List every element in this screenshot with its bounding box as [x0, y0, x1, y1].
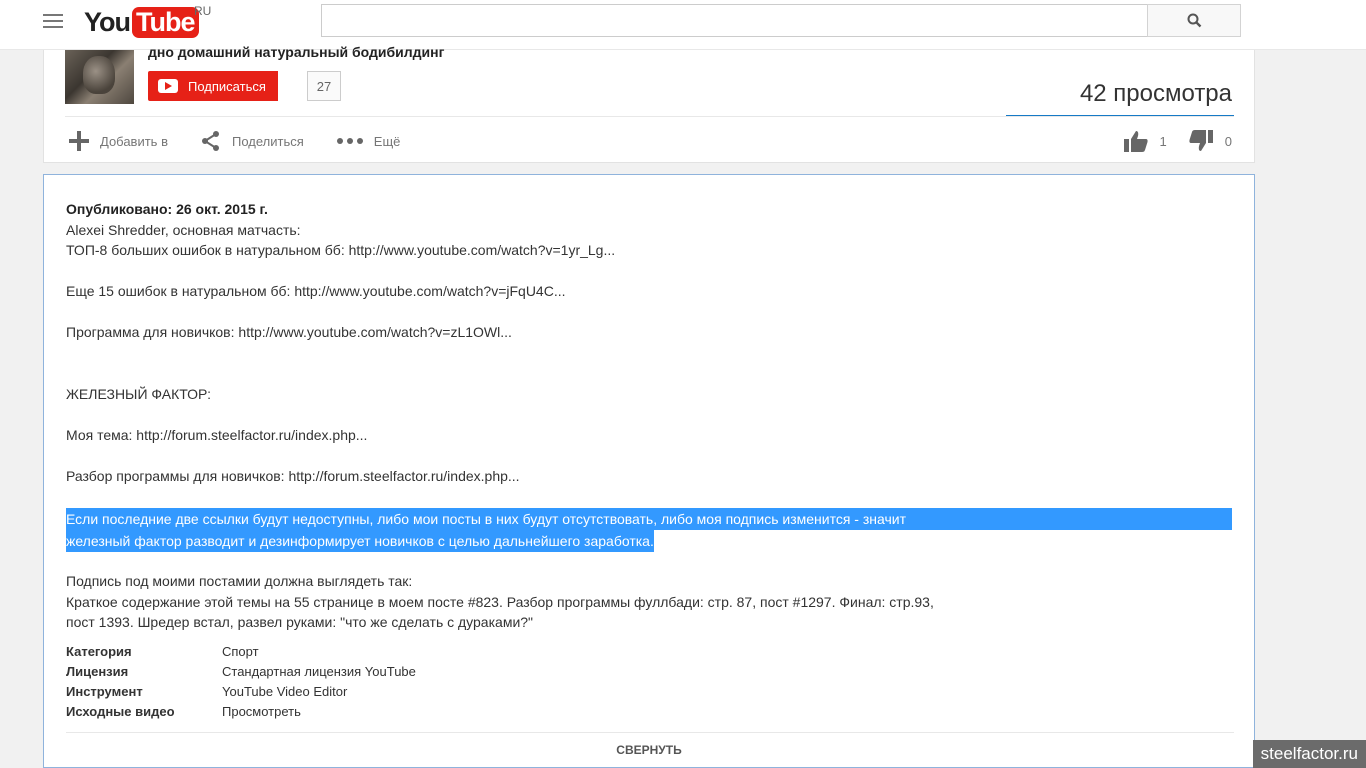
meta-row-license: Лицензия Стандартная лицензия YouTube — [66, 661, 416, 681]
collapse-button[interactable]: СВЕРНУТЬ — [44, 743, 1254, 757]
youtube-logo[interactable]: You Tube — [84, 5, 199, 39]
card-divider — [65, 116, 1234, 117]
signature-intro: Подпись под моими постамии должна выгляд… — [66, 573, 413, 589]
description-link-line[interactable]: Программа для новичков: http://www.youtu… — [66, 322, 1234, 343]
subscribe-label: Подписаться — [188, 78, 266, 94]
meta-row-source: Исходные видео Просмотреть — [66, 701, 416, 721]
thumbs-up-icon — [1123, 130, 1148, 152]
publish-date: Опубликовано: 26 окт. 2015 г. — [66, 201, 268, 217]
add-to-label: Добавить в — [100, 133, 168, 149]
signature-line: Краткое содержание этой темы на 55 стран… — [66, 593, 934, 610]
dislike-count: 0 — [1224, 133, 1232, 149]
search-button[interactable] — [1147, 4, 1241, 37]
meta-key: Категория — [66, 643, 132, 659]
share-label: Поделиться — [231, 133, 304, 149]
more-dots-icon — [336, 137, 364, 145]
action-bar: Добавить в Поделиться Ещё — [68, 130, 432, 152]
more-label: Ещё — [373, 133, 401, 149]
more-button[interactable]: Ещё — [336, 133, 401, 149]
description-line: ЖЕЛЕЗНЫЙ ФАКТОР: — [66, 385, 211, 402]
meta-value[interactable]: Спорт — [222, 644, 259, 659]
subscribe-button[interactable]: Подписаться — [148, 71, 278, 101]
menu-icon[interactable] — [43, 14, 63, 28]
description-link-line[interactable]: ТОП-8 больших ошибок в натуральном бб: h… — [66, 240, 1234, 261]
meta-value[interactable]: Просмотреть — [222, 704, 301, 719]
youtube-play-icon — [158, 79, 178, 93]
channel-name[interactable]: дно домашний натуральный бодибилдинг — [148, 44, 444, 60]
signature-block: Подпись под моими постамии должна выгляд… — [66, 571, 1234, 633]
video-metadata: Категория Спорт Лицензия Стандартная лиц… — [66, 641, 416, 721]
share-button[interactable]: Поделиться — [200, 130, 304, 152]
thumbs-down-icon — [1189, 130, 1213, 152]
search-input[interactable] — [322, 5, 1147, 36]
meta-key: Лицензия — [66, 663, 129, 679]
description-text: Опубликовано: 26 окт. 2015 г. Alexei Shr… — [66, 199, 1234, 486]
like-dislike-group: 1 0 — [1123, 130, 1232, 152]
selected-line: железный фактор разводит и дезинформируе… — [66, 530, 654, 552]
logo-tube-text: Tube — [132, 6, 199, 38]
plus-icon — [68, 130, 90, 152]
subscriber-count: 27 — [307, 71, 341, 101]
signature-line: пост 1393. Шредер встал, развел руками: … — [66, 614, 534, 630]
description-link-line[interactable]: Моя тема: http://forum.steelfactor.ru/in… — [66, 425, 1234, 446]
masthead: You Tube RU — [0, 0, 1366, 50]
like-count: 1 — [1159, 133, 1167, 149]
meta-key: Инструмент — [66, 683, 143, 699]
selected-line: Если последние две ссылки будут недоступ… — [66, 508, 1232, 530]
channel-avatar[interactable] — [65, 50, 134, 104]
meta-key: Исходные видео — [66, 703, 175, 719]
view-count: 42 просмотра — [1079, 80, 1232, 107]
search-icon — [1187, 13, 1201, 28]
description-divider — [66, 732, 1234, 733]
description-link-line[interactable]: Еще 15 ошибок в натуральном бб: http://w… — [66, 281, 1234, 302]
meta-row-category: Категория Спорт — [66, 641, 416, 661]
video-owner-card: дно домашний натуральный бодибилдинг Под… — [43, 44, 1255, 163]
meta-row-tool: Инструмент YouTube Video Editor — [66, 681, 416, 701]
watermark: steelfactor.ru — [1252, 740, 1366, 768]
meta-value[interactable]: YouTube Video Editor — [222, 684, 347, 699]
description-panel: Опубликовано: 26 окт. 2015 г. Alexei Shr… — [43, 174, 1255, 768]
description-link-line[interactable]: Разбор программы для новичков: http://fo… — [66, 466, 1234, 487]
region-label: RU — [194, 4, 212, 18]
share-icon — [200, 130, 222, 152]
search-box — [321, 4, 1147, 37]
add-to-button[interactable]: Добавить в — [68, 130, 168, 152]
meta-value: Стандартная лицензия YouTube — [222, 663, 416, 679]
logo-you-text: You — [84, 6, 131, 37]
selected-text: Если последние две ссылки будут недоступ… — [66, 508, 1234, 552]
dislike-button[interactable]: 0 — [1189, 130, 1232, 152]
description-line: Alexei Shredder, основная матчасть: — [66, 221, 301, 238]
like-button[interactable]: 1 — [1123, 130, 1167, 152]
